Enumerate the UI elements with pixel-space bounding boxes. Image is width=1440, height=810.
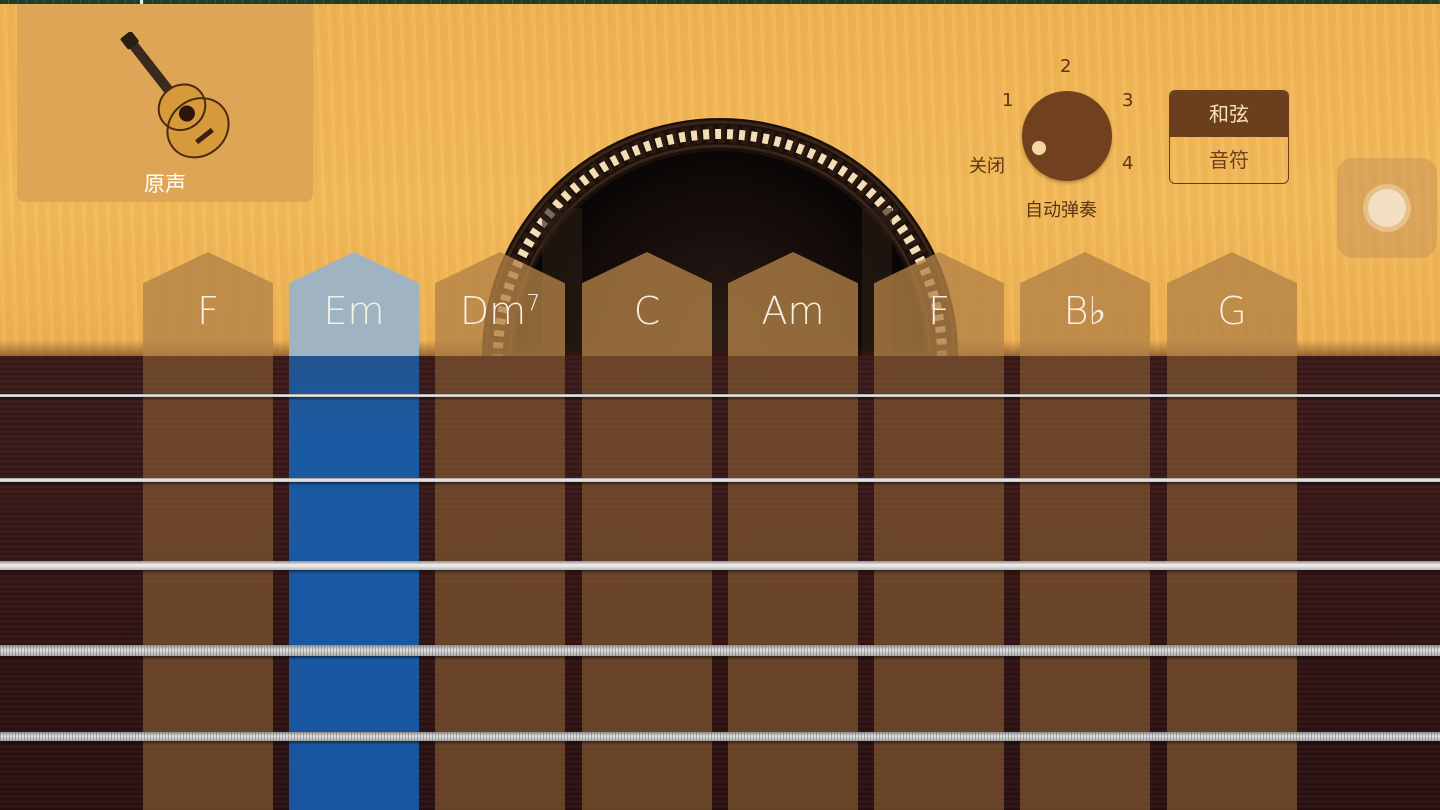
chords-mode-button[interactable]: 和弦: [1170, 91, 1288, 137]
autoplay-position-3[interactable]: 3: [1122, 90, 1133, 111]
chord-strip-f-2[interactable]: F: [874, 252, 1004, 810]
chord-strip-bb[interactable]: B♭: [1020, 252, 1150, 810]
chord-strip-dm7[interactable]: Dm7: [435, 252, 565, 810]
autoplay-knob[interactable]: [1022, 91, 1112, 181]
autoplay-position-4[interactable]: 4: [1122, 153, 1133, 174]
chord-strip-am[interactable]: Am: [728, 252, 858, 810]
knob-indicator: [1032, 141, 1046, 155]
string-4[interactable]: [0, 645, 1440, 656]
acoustic-guitar-icon: [120, 32, 230, 159]
chord-strip-body[interactable]: [582, 356, 712, 810]
chord-label: F: [928, 289, 950, 333]
chord-strip-body[interactable]: [143, 356, 273, 810]
chord-label: Em: [323, 289, 385, 333]
string-3[interactable]: [0, 561, 1440, 570]
chord-label: F: [197, 289, 219, 333]
chord-strip-body[interactable]: [874, 356, 1004, 810]
chord-label: Dm7: [459, 289, 541, 333]
instrument-name: 原声: [144, 172, 186, 196]
chord-strip-f[interactable]: F: [143, 252, 273, 810]
string-2[interactable]: [0, 478, 1440, 482]
chord-strip-body[interactable]: [435, 356, 565, 810]
chord-strip-em[interactable]: Em: [289, 252, 419, 810]
chord-strip-body[interactable]: [1167, 356, 1297, 810]
autoplay-position-1[interactable]: 1: [1002, 90, 1013, 111]
string-1[interactable]: [0, 394, 1440, 397]
chord-label: G: [1217, 289, 1247, 333]
chords-notes-toggle[interactable]: 和弦 音符: [1169, 90, 1289, 184]
chord-strip-body[interactable]: [728, 356, 858, 810]
autoplay-label: 自动弹奏: [1025, 200, 1097, 221]
chord-strip-g[interactable]: G: [1167, 252, 1297, 810]
chord-strip-body[interactable]: [1020, 356, 1150, 810]
chord-strip-body[interactable]: [289, 356, 419, 810]
autoplay-position-2[interactable]: 2: [1060, 56, 1071, 77]
instrument-selector[interactable]: 原声: [17, 4, 313, 202]
autoplay-off[interactable]: 关闭: [969, 152, 1005, 178]
assistive-touch-dot: [1368, 189, 1406, 227]
chord-label: Am: [761, 289, 825, 333]
garageband-smart-guitar: F Em Dm7 C Am F B♭ G 原声 2 1 3 4 关闭 自动弹奏 …: [0, 0, 1440, 810]
chord-label: B♭: [1063, 289, 1107, 333]
chord-strip-c[interactable]: C: [582, 252, 712, 810]
string-5[interactable]: [0, 732, 1440, 741]
chord-label: C: [633, 289, 661, 333]
notes-mode-button[interactable]: 音符: [1170, 137, 1288, 183]
assistive-touch-button[interactable]: [1337, 158, 1437, 258]
